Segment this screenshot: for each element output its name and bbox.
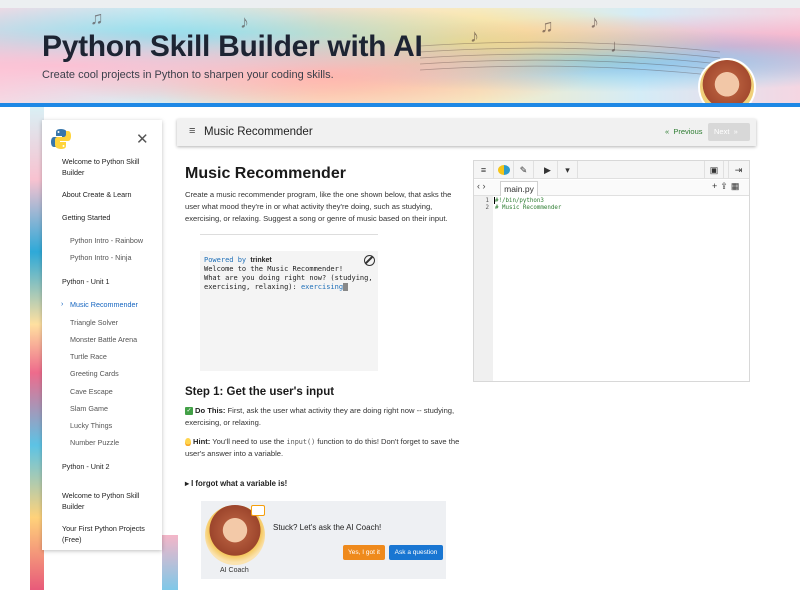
sidebar-item-about[interactable]: About Create & Learn: [62, 189, 158, 200]
line-number: 1: [485, 198, 490, 204]
sidebar-item-intro-ninja[interactable]: Python Intro - Ninja: [70, 252, 166, 263]
sidebar-item-intro-rainbow[interactable]: Python Intro - Rainbow: [70, 235, 166, 246]
lesson-header: ≡ Music Recommender « Previous Next »: [177, 119, 756, 146]
music-note-icon: ♫: [90, 8, 104, 28]
terminal-line: exercising, relaxing): exercising: [204, 283, 349, 291]
sign-in-icon[interactable]: ⇥: [728, 161, 748, 179]
sidebar-item-slam-game[interactable]: Slam Game: [70, 403, 166, 414]
sidebar-item-first-projects[interactable]: Your First Python Projects (Free): [62, 523, 158, 545]
avatar: [698, 58, 756, 104]
coach-name: AI Coach: [220, 567, 249, 574]
sidebar-item-monster-battle[interactable]: Monster Battle Arena: [70, 334, 166, 345]
check-icon: ✓: [185, 407, 193, 415]
sidebar-item-lucky-things[interactable]: Lucky Things: [70, 420, 166, 431]
course-subtitle: Create cool projects in Python to sharpe…: [42, 69, 334, 81]
terminal-powered-by: Powered by trinket: [204, 256, 272, 264]
upload-icon: ⇪: [720, 181, 731, 191]
course-sidebar: ✕ Welcome to Python Skill Builder About …: [42, 120, 162, 550]
line-number-gutter: 1 2: [474, 196, 493, 381]
variable-details-toggle[interactable]: ▸ I forgot what a variable is!: [185, 479, 287, 488]
coach-prompt: Stuck? Let's ask the AI Coach!: [273, 523, 382, 532]
ask-question-button[interactable]: Ask a question: [389, 545, 443, 560]
editor-file-bar: ‹ › main.py +⇪▦: [474, 180, 749, 196]
sidebar-item-welcome[interactable]: Welcome to Python Skill Builder: [62, 156, 158, 178]
sidebar-item-triangle-solver[interactable]: Triangle Solver: [70, 317, 166, 328]
music-staff-decoration: [420, 41, 720, 77]
music-note-icon: ♫: [540, 16, 554, 36]
previous-button[interactable]: « Previous: [665, 127, 703, 136]
code-line[interactable]: #!/bin/python3: [495, 198, 544, 204]
music-note-icon: ♪: [470, 26, 479, 46]
lightbulb-icon: [185, 438, 191, 446]
next-button[interactable]: Next »: [708, 123, 750, 141]
course-title: Python Skill Builder with AI: [42, 30, 423, 63]
sidebar-item-turtle-race[interactable]: Turtle Race: [70, 351, 166, 362]
hint-paragraph: Hint: You'll need to use the input() fun…: [185, 437, 460, 458]
terminal-line: Welcome to the Music Recommender!: [204, 265, 344, 273]
example-terminal: Powered by trinket Welcome to the Music …: [200, 251, 378, 371]
page-title: Music Recommender: [185, 165, 346, 182]
sidebar-item-unit-1[interactable]: Python - Unit 1: [62, 276, 158, 287]
sidebar-item-unit-2[interactable]: Python - Unit 2: [62, 461, 158, 472]
sidebar-item-welcome-2[interactable]: Welcome to Python Skill Builder: [62, 490, 158, 512]
menu-lines-icon[interactable]: ≡: [189, 125, 195, 137]
trinket-brand: trinket: [250, 257, 272, 264]
sidebar-item-number-puzzle[interactable]: Number Puzzle: [70, 437, 166, 448]
banner-divider: [0, 103, 800, 107]
code-line[interactable]: # Music Recommender: [495, 205, 561, 211]
text-cursor: [494, 197, 495, 204]
trinket-logo-button[interactable]: [494, 161, 514, 179]
lesson-title: Music Recommender: [204, 126, 313, 138]
sidebar-item-getting-started[interactable]: Getting Started: [62, 212, 158, 223]
step-1-heading: Step 1: Get the user's input: [185, 386, 335, 398]
chat-bubble-icon: [251, 505, 265, 516]
editor-toolbar: ≡ ✎ ▶ ▾ ▣ ⇥: [474, 161, 749, 179]
file-tab-main[interactable]: main.py: [500, 181, 538, 196]
inline-code: input(): [286, 438, 316, 446]
file-actions[interactable]: +⇪▦: [712, 181, 742, 192]
sidebar-item-greeting-cards[interactable]: Greeting Cards: [70, 368, 166, 379]
pencil-icon[interactable]: ✎: [514, 161, 534, 179]
chevron-down-icon[interactable]: ▾: [558, 161, 578, 179]
sidebar-item-music-recommender[interactable]: › Music Recommender: [61, 299, 166, 310]
yes-got-it-button[interactable]: Yes, I got it: [343, 545, 385, 560]
line-number: 2: [485, 205, 490, 211]
top-strip: [0, 0, 800, 8]
intro-paragraph: Create a music recommender program, like…: [185, 190, 452, 223]
course-banner: ♪ ♫ ♩ ♫ ♪ ♪ Python Skill Builder with AI…: [0, 8, 800, 104]
decorative-strip: [162, 535, 178, 590]
do-this-paragraph: ✓ Do This: First, ask the user what activ…: [185, 406, 455, 427]
chevron-right-icon: ›: [61, 301, 64, 308]
close-sidebar-button[interactable]: ✕: [136, 130, 149, 148]
sidebar-item-label: Music Recommender: [70, 300, 138, 309]
stop-icon[interactable]: [364, 255, 375, 266]
image-icon: ▦: [730, 181, 743, 191]
save-icon[interactable]: ▣: [704, 161, 724, 179]
divider: [200, 234, 378, 235]
run-icon[interactable]: ▶: [538, 161, 558, 179]
previous-label: Previous: [673, 127, 703, 136]
python-logo-icon: [51, 129, 71, 149]
terminal-user-input: exercising: [300, 283, 344, 291]
music-note-icon: ♩: [610, 36, 628, 56]
menu-icon[interactable]: ≡: [474, 161, 494, 179]
ai-coach-card: AI Coach Stuck? Let's ask the AI Coach! …: [201, 501, 446, 579]
tab-scroll-arrows-icon[interactable]: ‹ ›: [477, 181, 486, 191]
next-label: Next: [714, 127, 730, 136]
sidebar-item-cave-escape[interactable]: Cave Escape: [70, 386, 166, 397]
details-label: I forgot what a variable is!: [191, 479, 288, 488]
music-note-icon: ♪: [590, 12, 599, 32]
terminal-line: What are you doing right now? (studying,: [204, 274, 373, 282]
code-editor: ≡ ✎ ▶ ▾ ▣ ⇥ ‹ › main.py +⇪▦ 1 2 #!/bin/p…: [473, 160, 750, 382]
